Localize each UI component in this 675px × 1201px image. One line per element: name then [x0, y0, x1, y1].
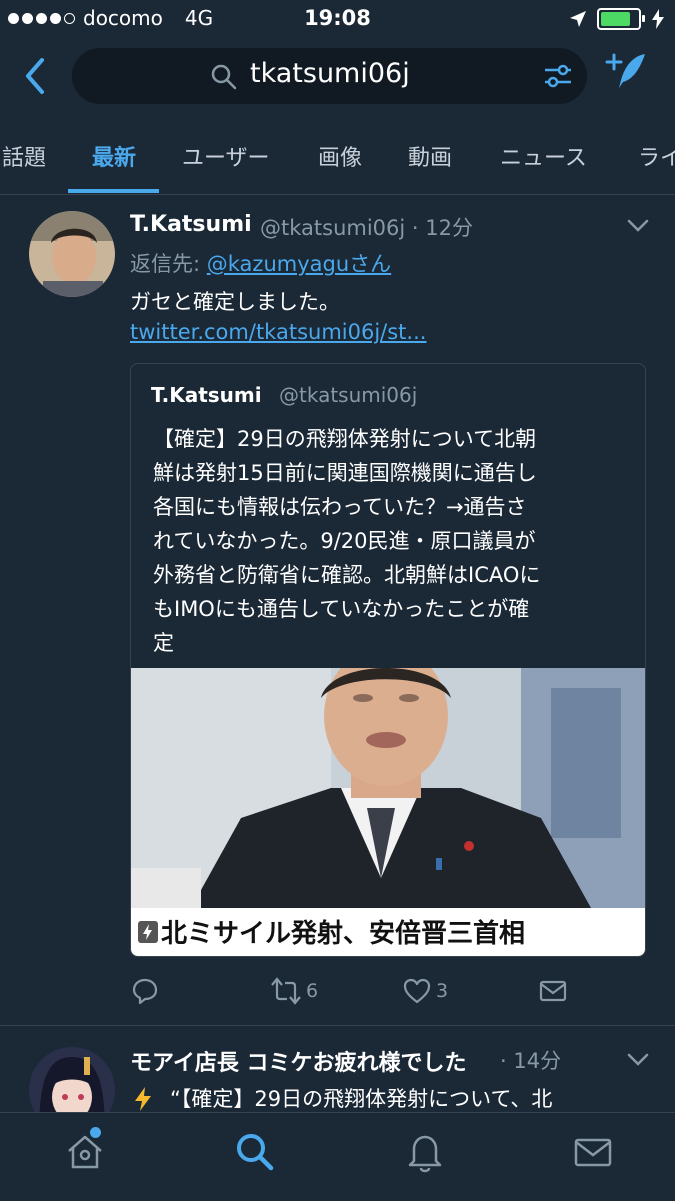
tab-notifications[interactable] — [404, 1131, 446, 1177]
charging-bolt-icon — [652, 9, 664, 29]
battery-level — [601, 12, 630, 26]
tab-trending[interactable]: 話題 — [2, 140, 46, 172]
retweet-icon — [271, 977, 301, 1005]
like-count: 3 — [436, 980, 449, 1002]
tab-live[interactable]: ライ — [638, 140, 675, 172]
link-card-image[interactable] — [131, 668, 645, 908]
tab-home[interactable] — [64, 1127, 106, 1177]
link-card-caption[interactable]: 北ミサイル発射、安倍晋三首相 — [131, 908, 645, 956]
tweet-author-handle: @tkatsumi06j · 12分 — [260, 216, 473, 240]
search-tabs: 話題 最新 ユーザー 画像 動画 ニュース ライ — [0, 118, 675, 195]
home-icon — [68, 1135, 102, 1169]
reply-to-link[interactable]: @kazumyaguさん — [207, 252, 391, 276]
location-arrow-icon — [570, 11, 586, 27]
tweet-text: “【確定】29日の飛翔体発射について、北 — [170, 1087, 553, 1111]
reply-to-label: 返信先: @kazumyaguさん — [130, 252, 392, 276]
compose-tweet-icon — [605, 53, 645, 88]
tweet-author-name[interactable]: モアイ店長 コミケお疲れ様でした — [130, 1045, 467, 1077]
tab-search[interactable] — [234, 1131, 276, 1177]
avatar[interactable] — [29, 211, 115, 297]
tweet-author-name[interactable]: T.Katsumi — [130, 212, 252, 237]
tweet-actions: 6 3 — [130, 976, 630, 1010]
tweet-time: 12分 — [425, 216, 473, 240]
tab-videos[interactable]: 動画 — [408, 140, 452, 172]
retweet-button[interactable]: 6 — [270, 976, 318, 1006]
avatar-photo — [29, 211, 115, 297]
divider — [0, 1025, 675, 1026]
search-field[interactable]: tkatsumi06j — [72, 48, 587, 104]
tab-news[interactable]: ニュース — [500, 140, 587, 172]
lightning-bolt-icon — [135, 1087, 151, 1111]
link-card-icon — [138, 921, 158, 943]
compose-tweet-button[interactable] — [603, 48, 651, 96]
chevron-down-icon[interactable] — [626, 1052, 650, 1068]
new-content-dot — [90, 1127, 101, 1138]
search-query: tkatsumi06j — [250, 58, 410, 89]
tab-images[interactable]: 画像 — [318, 140, 362, 172]
heart-icon — [403, 978, 431, 1004]
news-photo — [131, 668, 645, 908]
quoted-tweet[interactable]: T.Katsumi @tkatsumi06j 【確定】29日の飛翔体発射について… — [130, 363, 646, 957]
active-tab-indicator — [68, 189, 159, 193]
tab-messages[interactable] — [572, 1131, 614, 1177]
share-dm-button[interactable] — [538, 976, 568, 1006]
status-bar: docomo 4G 19:08 — [0, 0, 675, 38]
back-button[interactable] — [16, 54, 56, 98]
bottom-tab-bar — [0, 1112, 675, 1201]
envelope-icon — [539, 980, 567, 1002]
tab-users[interactable]: ユーザー — [182, 140, 270, 172]
filter-sliders-icon[interactable] — [543, 62, 573, 90]
quoted-author-name: T.Katsumi — [151, 383, 262, 407]
search-icon — [211, 64, 237, 90]
like-button[interactable]: 3 — [402, 976, 448, 1006]
quoted-author-handle: @tkatsumi06j — [279, 383, 418, 407]
tab-latest[interactable]: 最新 — [92, 140, 136, 172]
search-header: tkatsumi06j — [0, 38, 675, 118]
tweet-text: ガセと確定しました。 — [130, 290, 340, 314]
reply-button[interactable] — [130, 976, 164, 1006]
back-chevron-icon — [26, 58, 44, 94]
messages-envelope-icon — [574, 1138, 612, 1167]
quoted-tweet-text: 【確定】29日の飛翔体発射について北朝 鮮は発射15日前に関連国際機関に通告し … — [153, 427, 541, 655]
notifications-bell-icon — [408, 1135, 442, 1173]
battery-icon — [597, 8, 645, 30]
search-icon — [237, 1134, 274, 1171]
reply-icon — [132, 978, 158, 1005]
tweet-time: · 14分 — [500, 1049, 562, 1073]
retweet-count: 6 — [306, 980, 319, 1002]
chevron-down-icon[interactable] — [626, 218, 650, 234]
tweet-url-link[interactable]: twitter.com/tkatsumi06j/st... — [130, 320, 426, 344]
